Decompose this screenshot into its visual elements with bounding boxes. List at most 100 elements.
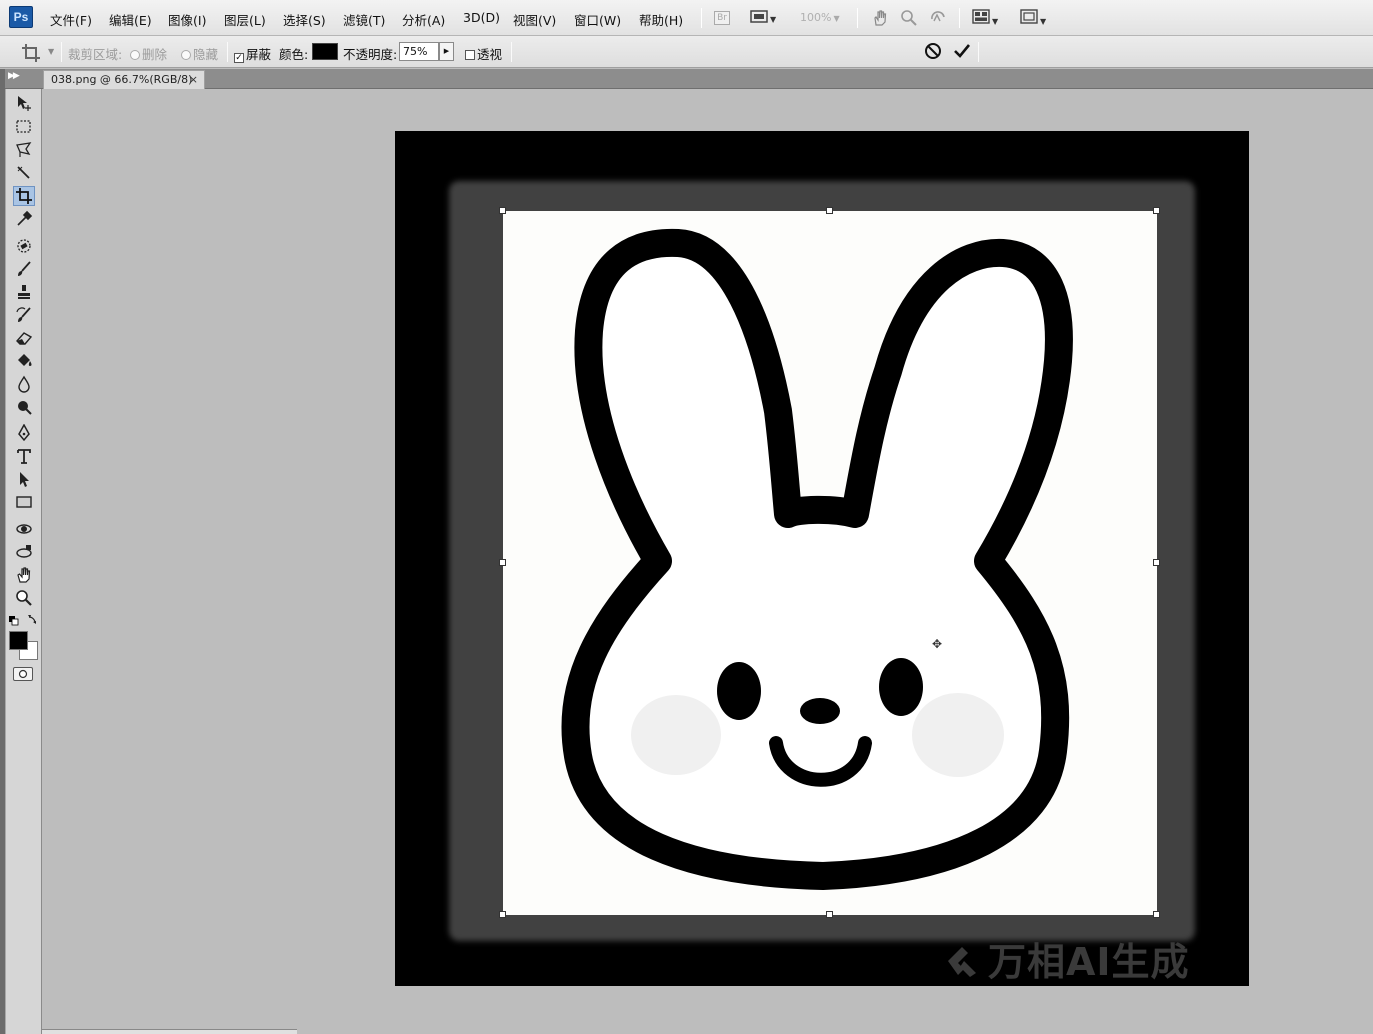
app-logo: Ps (9, 6, 33, 28)
default-colors-button[interactable] (9, 615, 19, 626)
shield-checkbox-label: 屏蔽 (246, 47, 272, 62)
tool-preset-picker[interactable]: ▼ (21, 42, 55, 64)
tool-blur[interactable] (13, 374, 35, 394)
tool-magic-wand[interactable] (13, 163, 35, 183)
menu-select[interactable]: 选择(S) (283, 10, 326, 29)
crop-icon (22, 44, 40, 62)
hand-tool-button[interactable] (871, 9, 889, 27)
watermark-logo-icon (948, 947, 976, 977)
chevron-down-icon: ▼ (833, 13, 840, 23)
document-tab-strip (0, 69, 1373, 89)
crop-handle-left[interactable] (499, 559, 506, 566)
crop-handle-top[interactable] (826, 207, 833, 214)
crop-handle-bottom[interactable] (826, 911, 833, 918)
collapse-panel-icon[interactable]: ▶▶ (8, 71, 20, 81)
pen-icon (18, 424, 30, 442)
image-canvas[interactable]: ✥ 万相AI生成 (395, 131, 1249, 986)
document-tab[interactable]: 038.png @ 66.7%(RGB/8) × (43, 70, 205, 89)
zoom-icon (16, 590, 32, 606)
delete-radio[interactable]: 删除 (130, 44, 167, 63)
path-selection-icon (20, 472, 29, 487)
tool-clone-stamp[interactable] (13, 282, 35, 302)
opacity-slider-button[interactable]: ▶ (439, 42, 454, 61)
crop-center-icon[interactable]: ✥ (932, 637, 942, 651)
zoom-tool-button[interactable] (900, 9, 918, 27)
commit-crop-icon[interactable] (953, 42, 971, 60)
tool-brush[interactable] (13, 259, 35, 279)
menu-filter[interactable]: 滤镜(T) (343, 10, 385, 29)
menu-help[interactable]: 帮助(H) (639, 10, 683, 29)
menu-layer[interactable]: 图层(L) (224, 10, 266, 29)
menu-file[interactable]: 文件(F) (50, 10, 92, 29)
perspective-checkbox[interactable]: 透视 (465, 44, 502, 63)
menu-edit[interactable]: 编辑(E) (109, 10, 152, 29)
checkbox-box (465, 50, 475, 60)
tool-move[interactable] (13, 93, 35, 113)
tool-zoom[interactable] (13, 588, 35, 608)
tool-marquee[interactable] (13, 117, 35, 137)
menu-window[interactable]: 窗口(W) (574, 10, 621, 29)
rotate-view-icon (931, 11, 945, 22)
menu-analysis[interactable]: 分析(A) (402, 10, 445, 29)
tools-panel (5, 89, 42, 1034)
options-bar: ▼ 裁剪区域: 删除 隐藏 ✓ 屏蔽 颜色: 不透明度: 透视 (0, 36, 1373, 68)
zoom-level-dropdown[interactable]: 100% ▼ (800, 11, 840, 29)
dodge-icon (18, 401, 32, 415)
menu-view[interactable]: 视图(V) (513, 10, 556, 29)
tool-3d-orbit[interactable] (13, 542, 35, 562)
tool-eraser[interactable] (13, 328, 35, 348)
arrange-documents-icon (972, 9, 990, 24)
tool-pen[interactable] (13, 423, 35, 443)
blur-icon (18, 375, 30, 393)
cancel-crop-icon[interactable] (924, 42, 942, 60)
menu-image[interactable]: 图像(I) (168, 10, 206, 29)
crop-handle-bottom-left[interactable] (499, 911, 506, 918)
foreground-color-swatch[interactable] (9, 631, 28, 650)
opacity-input[interactable]: 75% (399, 42, 439, 61)
shield-color-swatch[interactable] (312, 43, 338, 60)
tool-crop[interactable] (13, 186, 35, 206)
options-separator (978, 42, 979, 62)
radio-button (130, 50, 140, 60)
tool-path-selection[interactable] (13, 469, 35, 489)
tool-hand[interactable] (13, 565, 35, 585)
hand-icon (874, 10, 887, 26)
menu-3d[interactable]: 3D(D) (463, 10, 500, 25)
quick-mask-button[interactable] (13, 667, 33, 681)
tool-dodge[interactable] (13, 397, 35, 417)
tool-history-brush[interactable] (13, 305, 35, 325)
rotate-view-button[interactable] (929, 9, 947, 27)
tool-rectangle[interactable] (13, 492, 35, 512)
tool-type[interactable] (13, 446, 35, 466)
screen-mode-dropdown[interactable]: ▼ (1020, 9, 1046, 27)
swap-colors-button[interactable] (27, 613, 39, 625)
tool-paint-bucket[interactable] (13, 351, 35, 371)
tool-eyedropper[interactable] (13, 209, 35, 229)
paint-bucket-icon (18, 354, 32, 366)
crop-selection[interactable]: ✥ (499, 207, 1160, 918)
delete-radio-label: 删除 (142, 47, 168, 62)
bridge-button[interactable]: Br (714, 9, 730, 27)
close-icon[interactable]: × (189, 71, 198, 89)
bunny-cheek-left (631, 695, 721, 775)
tool-3d-rotate[interactable] (13, 519, 35, 539)
perspective-checkbox-label: 透视 (477, 47, 503, 62)
tool-spot-healing[interactable] (13, 236, 35, 256)
eraser-icon (16, 332, 33, 345)
options-separator (61, 42, 62, 62)
arrange-documents-dropdown[interactable]: ▼ (972, 9, 998, 27)
crop-handle-right[interactable] (1153, 559, 1160, 566)
hide-radio[interactable]: 隐藏 (181, 44, 218, 63)
color-label: 颜色: (279, 47, 309, 62)
extras-dropdown[interactable]: ▼ (750, 9, 776, 27)
bridge-icon: Br (714, 11, 730, 25)
opacity-label: 不透明度: (343, 47, 398, 62)
crop-handle-top-right[interactable] (1153, 207, 1160, 214)
tool-lasso[interactable] (13, 140, 35, 160)
chevron-down-icon: ▼ (770, 15, 777, 24)
shield-checkbox[interactable]: ✓ 屏蔽 (234, 44, 271, 63)
watermark-text: 万相AI生成 (988, 940, 1190, 984)
crop-handle-bottom-right[interactable] (1153, 911, 1160, 918)
film-strip-icon (750, 10, 768, 23)
crop-handle-top-left[interactable] (499, 207, 506, 214)
